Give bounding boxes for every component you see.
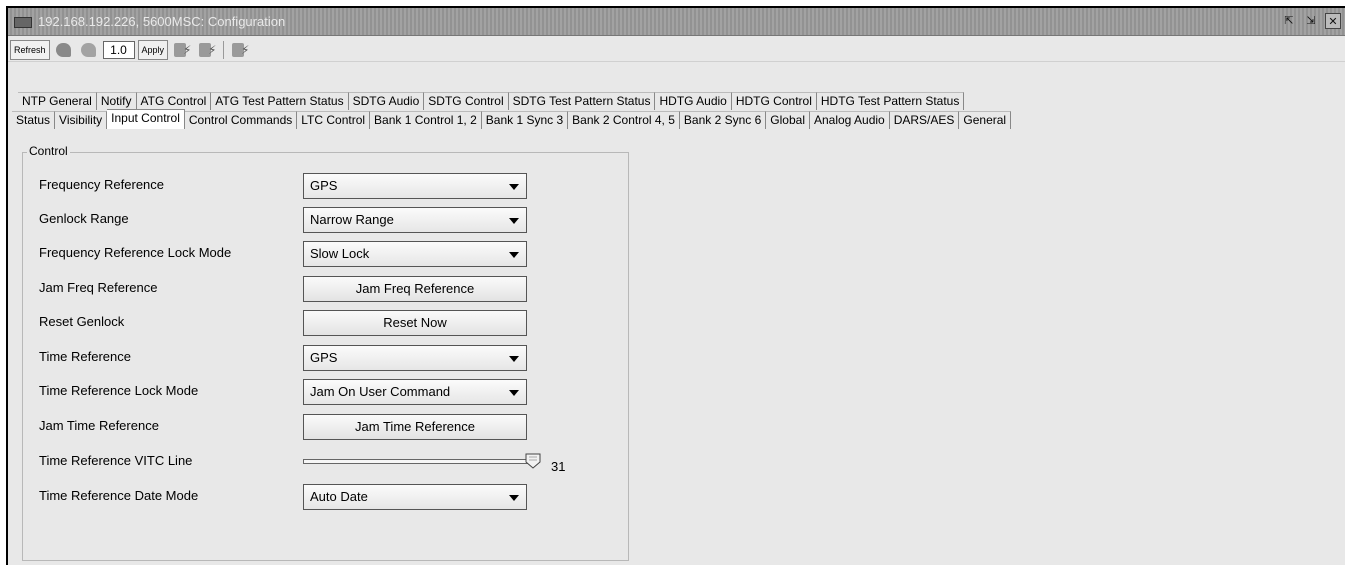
frequency-reference-value: GPS bbox=[310, 178, 338, 193]
genlock-range-value: Narrow Range bbox=[310, 212, 394, 227]
tab-analog-audio[interactable]: Analog Audio bbox=[808, 111, 890, 129]
jam-time-reference-label: Jam Time Reference bbox=[39, 418, 159, 433]
tab-hdtg-control[interactable]: HDTG Control bbox=[730, 92, 817, 110]
row-jam-time-reference: Jam Time Reference Jam Time Reference bbox=[39, 412, 629, 440]
tab-bank2-control[interactable]: Bank 2 Control 4, 5 bbox=[566, 111, 680, 129]
time-lock-mode-label: Time Reference Lock Mode bbox=[39, 383, 199, 398]
date-mode-select[interactable]: Auto Date bbox=[303, 484, 527, 510]
close-icon[interactable]: ✕ bbox=[1325, 13, 1341, 29]
tab-ltc-control[interactable]: LTC Control bbox=[295, 111, 371, 129]
tab-row-2: Status Visibility Input Control Control … bbox=[10, 109, 1345, 129]
chevron-down-icon bbox=[509, 356, 519, 362]
refresh-shape-icon[interactable] bbox=[53, 41, 75, 59]
reset-genlock-label: Reset Genlock bbox=[39, 314, 125, 329]
refresh-button[interactable]: Refresh bbox=[10, 39, 50, 60]
tab-bank2-sync[interactable]: Bank 2 Sync 6 bbox=[678, 111, 767, 129]
tab-input-control[interactable]: Input Control bbox=[105, 109, 185, 129]
row-date-mode: Time Reference Date Mode Auto Date bbox=[39, 482, 629, 510]
frequency-reference-label: Frequency Reference bbox=[39, 177, 165, 192]
time-lock-mode-value: Jam On User Command bbox=[310, 384, 451, 399]
dock-icon[interactable]: ⇲ bbox=[1303, 13, 1319, 29]
tab-visibility[interactable]: Visibility bbox=[53, 111, 108, 129]
date-mode-value: Auto Date bbox=[310, 489, 368, 504]
tab-atg-test-pattern-status[interactable]: ATG Test Pattern Status bbox=[209, 92, 349, 110]
tab-bank1-control[interactable]: Bank 1 Control 1, 2 bbox=[368, 111, 482, 129]
slider-thumb-icon[interactable] bbox=[524, 452, 542, 470]
tab-hdtg-audio[interactable]: HDTG Audio bbox=[653, 92, 732, 110]
detach-icon[interactable]: ⇱ bbox=[1281, 13, 1297, 29]
refresh-auto-icon[interactable] bbox=[78, 41, 100, 59]
jam-freq-reference-label: Jam Freq Reference bbox=[39, 280, 158, 295]
frequency-lock-mode-value: Slow Lock bbox=[310, 246, 370, 261]
window-title: 192.168.192.226, 5600MSC: Configuration bbox=[38, 14, 286, 29]
jam-time-reference-button[interactable]: Jam Time Reference bbox=[303, 414, 527, 440]
tab-notify[interactable]: Notify bbox=[95, 92, 137, 110]
tab-status[interactable]: Status bbox=[10, 111, 56, 129]
apply-button[interactable]: Apply bbox=[137, 39, 169, 60]
tab-ntp-general[interactable]: NTP General bbox=[16, 92, 97, 110]
tab-row-1: NTP General Notify ATG Control ATG Test … bbox=[16, 90, 1345, 110]
chevron-down-icon bbox=[509, 390, 519, 396]
tab-global[interactable]: Global bbox=[764, 111, 810, 129]
row-reset-genlock: Reset Genlock Reset Now bbox=[39, 308, 629, 336]
monitor-icon bbox=[14, 17, 32, 28]
row-vitc-line: Time Reference VITC Line 31 bbox=[39, 447, 629, 475]
row-frequency-reference: Frequency Reference GPS bbox=[39, 171, 629, 199]
time-reference-value: GPS bbox=[310, 350, 338, 365]
row-time-lock-mode: Time Reference Lock Mode Jam On User Com… bbox=[39, 377, 629, 405]
control-panel: Control Frequency Reference GPS Genlock … bbox=[22, 144, 629, 561]
panel-title: Control bbox=[27, 144, 70, 158]
vitc-line-value: 31 bbox=[551, 459, 566, 474]
date-mode-label: Time Reference Date Mode bbox=[39, 488, 199, 503]
configuration-window: 192.168.192.226, 5600MSC: Configuration … bbox=[6, 6, 1345, 565]
chevron-down-icon bbox=[509, 252, 519, 258]
vitc-line-slider-track[interactable] bbox=[303, 459, 537, 464]
time-reference-select[interactable]: GPS bbox=[303, 345, 527, 371]
frequency-lock-mode-label: Frequency Reference Lock Mode bbox=[39, 245, 232, 260]
tab-hdtg-test-pattern-status[interactable]: HDTG Test Pattern Status bbox=[815, 92, 965, 110]
apply-bolt-icon[interactable]: ⚡ bbox=[171, 41, 193, 59]
row-genlock-range: Genlock Range Narrow Range bbox=[39, 205, 629, 233]
toolbar: Refresh 1.0 Apply ⚡ ⚡ ⚡ bbox=[8, 38, 1345, 62]
tab-sdtg-control[interactable]: SDTG Control bbox=[422, 92, 509, 110]
vitc-line-label: Time Reference VITC Line bbox=[39, 453, 193, 468]
tab-general[interactable]: General bbox=[957, 111, 1012, 129]
chevron-down-icon bbox=[509, 495, 519, 501]
title-bar[interactable]: 192.168.192.226, 5600MSC: Configuration … bbox=[8, 8, 1345, 36]
frequency-reference-select[interactable]: GPS bbox=[303, 173, 527, 199]
genlock-range-label: Genlock Range bbox=[39, 211, 129, 226]
row-time-reference: Time Reference GPS bbox=[39, 343, 629, 371]
tab-atg-control[interactable]: ATG Control bbox=[135, 92, 212, 110]
apply-all-icon[interactable]: ⚡ bbox=[229, 41, 251, 59]
reset-now-button[interactable]: Reset Now bbox=[303, 310, 527, 336]
frequency-lock-mode-select[interactable]: Slow Lock bbox=[303, 241, 527, 267]
chevron-down-icon bbox=[509, 184, 519, 190]
time-lock-mode-select[interactable]: Jam On User Command bbox=[303, 379, 527, 405]
chevron-down-icon bbox=[509, 218, 519, 224]
jam-freq-reference-button[interactable]: Jam Freq Reference bbox=[303, 276, 527, 302]
tab-sdtg-test-pattern-status[interactable]: SDTG Test Pattern Status bbox=[507, 92, 656, 110]
tab-bank1-sync[interactable]: Bank 1 Sync 3 bbox=[480, 111, 569, 129]
tab-control-commands[interactable]: Control Commands bbox=[183, 111, 298, 129]
row-frequency-lock-mode: Frequency Reference Lock Mode Slow Lock bbox=[39, 239, 629, 267]
time-reference-label: Time Reference bbox=[39, 349, 131, 364]
toolbar-separator bbox=[223, 40, 225, 59]
apply-bolt-alt-icon[interactable]: ⚡ bbox=[196, 41, 218, 59]
tab-dars-aes[interactable]: DARS/AES bbox=[888, 111, 960, 129]
row-jam-freq-reference: Jam Freq Reference Jam Freq Reference bbox=[39, 274, 629, 302]
refresh-interval-field[interactable]: 1.0 bbox=[102, 40, 135, 59]
tab-sdtg-audio[interactable]: SDTG Audio bbox=[347, 92, 425, 110]
genlock-range-select[interactable]: Narrow Range bbox=[303, 207, 527, 233]
